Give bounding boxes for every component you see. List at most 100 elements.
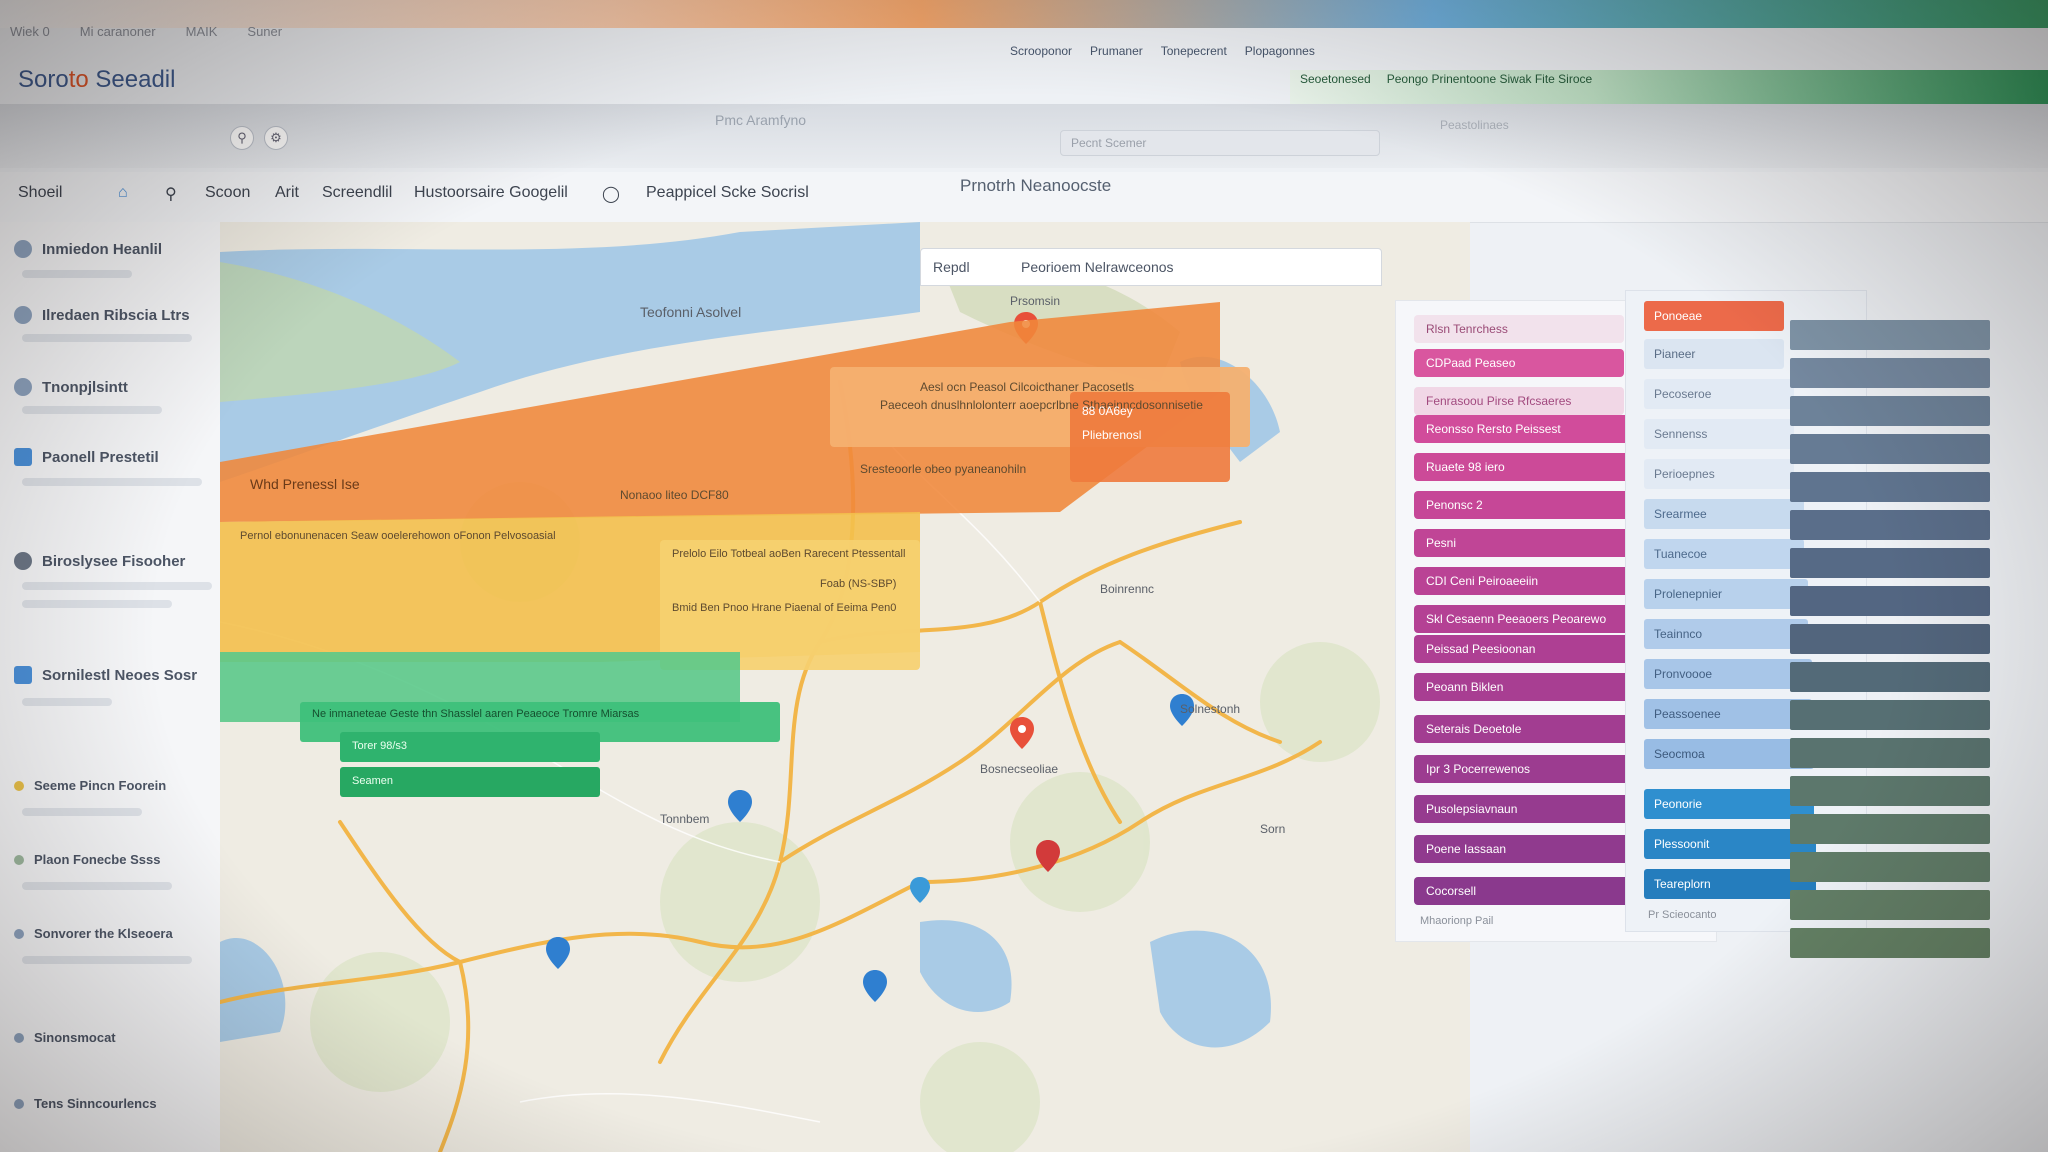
toolbar-dropdown[interactable]: Hustoorsaire Googelil — [414, 184, 568, 202]
status-bar — [1790, 814, 1990, 844]
circle-icon — [14, 306, 32, 324]
sidebar-subtext — [22, 478, 202, 486]
list-item[interactable]: CDI Ceni Peiroaeeiin — [1414, 567, 1640, 595]
sidebar-item-label: Biroslysee Fisooher — [42, 552, 186, 570]
status-bar — [1790, 510, 1990, 540]
list-item[interactable]: Tuanecoe — [1644, 539, 1804, 569]
toolbar-item[interactable]: Screendlil — [322, 184, 392, 202]
overlay-value: Foab (NS-SBP) — [820, 578, 897, 590]
overlay-value: 88 0A6ey — [1082, 404, 1133, 418]
home-icon[interactable]: ⌂ — [118, 184, 128, 202]
header-hint: Peastolinaes — [1440, 118, 1509, 132]
toolbar-item[interactable]: Arit — [275, 184, 299, 202]
overlay-text: Pernol ebonunenacen Seaw ooelerehowon oF… — [240, 530, 556, 542]
page-title: Pmc Aramfyno — [715, 112, 807, 128]
list-item[interactable]: Pecoseroe — [1644, 379, 1794, 409]
overlay-row[interactable]: Torer 98/s3 — [352, 740, 407, 752]
top-link[interactable]: Plopagonnes — [1245, 44, 1315, 58]
menu-item[interactable]: Mi caranoner — [80, 24, 156, 39]
list-item[interactable]: Peassoenee — [1644, 699, 1812, 729]
status-bar — [1790, 472, 1990, 502]
status-bar — [1790, 738, 1990, 768]
overlay-text: Paeceoh dnuslhnlolonterr aoepcrlbne Stha… — [880, 398, 1203, 412]
sidebar-item[interactable]: Tnonpjlsintt — [14, 378, 128, 396]
list-item[interactable]: Peonorie — [1644, 789, 1814, 819]
sidebar-subtext — [22, 956, 192, 964]
list-item[interactable]: Ipr 3 Pocerrewenos — [1414, 755, 1646, 783]
banner-links: Seoetonesed Peongo Prinentoone Siwak Fit… — [1300, 72, 1592, 86]
tab-overview[interactable]: Peorioem Nelrawceonos — [1021, 259, 1174, 275]
sidebar-item[interactable]: Plaon Fonecbe Ssss — [14, 852, 160, 867]
top-link[interactable]: Scrooponor — [1010, 44, 1072, 58]
overlay-text: Bmid Ben Pnoo Hrane Piaenal of Eeima Pen… — [672, 602, 897, 614]
chat-icon[interactable]: ◯ — [602, 184, 620, 204]
map-tabbar: Repdl Peorioem Nelrawceonos — [920, 248, 1382, 286]
map-label: Prsomsin — [1010, 294, 1061, 308]
search-icon[interactable]: ⚲ — [165, 184, 177, 204]
list-item[interactable]: Peoann Biklen — [1414, 673, 1644, 701]
header-band — [0, 104, 2048, 168]
sidebar-item[interactable]: Sinonsmocat — [14, 1030, 116, 1045]
app-title-part: Seeadil — [88, 66, 176, 93]
circle-icon — [14, 1032, 24, 1043]
list-item[interactable]: Seterais Deoetole — [1414, 715, 1644, 743]
top-link[interactable]: Prumaner — [1090, 44, 1143, 58]
toolbar-item[interactable]: Shoeil — [18, 184, 62, 202]
list-item[interactable]: Reonsso Rersto Peissest — [1414, 415, 1632, 443]
list-item[interactable]: Pesni — [1414, 529, 1636, 557]
map-label: Boinrennc — [1100, 582, 1155, 596]
list-item[interactable]: Pusolepsiavnaun — [1414, 795, 1646, 823]
search-icon[interactable]: ⚲ — [230, 126, 254, 150]
search-input[interactable]: Pecnt Scemer — [1060, 130, 1380, 156]
square-icon — [14, 666, 32, 684]
sidebar-subtext — [22, 808, 142, 816]
tab-report[interactable]: Repdl — [933, 259, 970, 275]
list-item[interactable]: Teainnco — [1644, 619, 1808, 649]
sidebar-item[interactable]: Inmiedon Heanlil — [14, 240, 162, 258]
map-label: Teofonni Asolvel — [640, 304, 742, 320]
status-bar — [1790, 700, 1990, 730]
sidebar-item[interactable]: Paonell Prestetil — [14, 448, 159, 466]
sidebar-subtext — [22, 334, 192, 342]
list-item[interactable]: Peissad Peesioonan — [1414, 635, 1640, 663]
list-item[interactable]: Cocorsell — [1414, 877, 1650, 905]
sidebar-item[interactable]: Sonvorer the Klseoera — [14, 926, 173, 941]
sidebar-item-label: Paonell Prestetil — [42, 448, 159, 466]
list-item[interactable]: Prolenepnier — [1644, 579, 1808, 609]
sidebar-item[interactable]: Sornilestl Neoes Sosr — [14, 666, 197, 684]
list-item[interactable]: Fenrasoou Pirse Rfcsaeres — [1414, 387, 1624, 415]
banner-link[interactable]: Seoetonesed — [1300, 72, 1371, 86]
list-item[interactable]: Ruaete 98 iero — [1414, 453, 1632, 481]
window-menu: Wiek 0 Mi caranoner MAIK Suner — [10, 24, 282, 39]
overlay-text: Sresteoorle obeo pyaneanohiln — [860, 462, 1027, 476]
toolbar-item[interactable]: Scoon — [205, 184, 250, 202]
circle-icon — [14, 240, 32, 258]
list-item[interactable]: Pianeer — [1644, 339, 1784, 369]
list-item[interactable]: Srearmee — [1644, 499, 1804, 529]
status-bar — [1790, 624, 1990, 654]
toolbar-item[interactable]: Peappicel Scke Socrisl — [646, 184, 809, 202]
circle-icon — [14, 1098, 24, 1109]
menu-item[interactable]: Suner — [247, 24, 282, 39]
sidebar-item[interactable]: Ilredaen Ribscia Ltrs — [14, 306, 190, 324]
settings-icon[interactable]: ⚙ — [264, 126, 288, 150]
sidebar-item[interactable]: Seeme Pincn Foorein — [14, 778, 166, 793]
list-item[interactable]: Seocmoa — [1644, 739, 1814, 769]
menu-item[interactable]: Wiek 0 — [10, 24, 50, 39]
app-screen: Wiek 0 Mi caranoner MAIK Suner Soroto Se… — [0, 0, 2048, 1152]
list-item[interactable]: CDPaad Peaseo — [1414, 349, 1624, 377]
sidebar-item[interactable]: Tens Sinncourlencs — [14, 1096, 157, 1111]
banner-link[interactable]: Peongo Prinentoone Siwak Fite Siroce — [1387, 72, 1592, 86]
sidebar-item[interactable]: Biroslysee Fisooher — [14, 552, 185, 570]
overlay-row[interactable]: Seamen — [352, 775, 393, 787]
list-item[interactable]: Perioepnes — [1644, 459, 1794, 489]
menu-item[interactable]: MAIK — [186, 24, 218, 39]
list-item[interactable]: Poene Iassaan — [1414, 835, 1650, 863]
circle-icon — [14, 854, 24, 865]
list-item[interactable]: Skl Cesaenn Peeaoers Peoarewo — [1414, 605, 1640, 633]
top-link[interactable]: Tonepecrent — [1161, 44, 1227, 58]
list-item[interactable]: Pronvoooe — [1644, 659, 1812, 689]
map-canvas[interactable]: Teofonni Asolvel Prsomsin Boinrennc Soln… — [220, 222, 1470, 1152]
list-item[interactable]: Penonsc 2 — [1414, 491, 1636, 519]
list-item[interactable]: Sennenss — [1644, 419, 1794, 449]
